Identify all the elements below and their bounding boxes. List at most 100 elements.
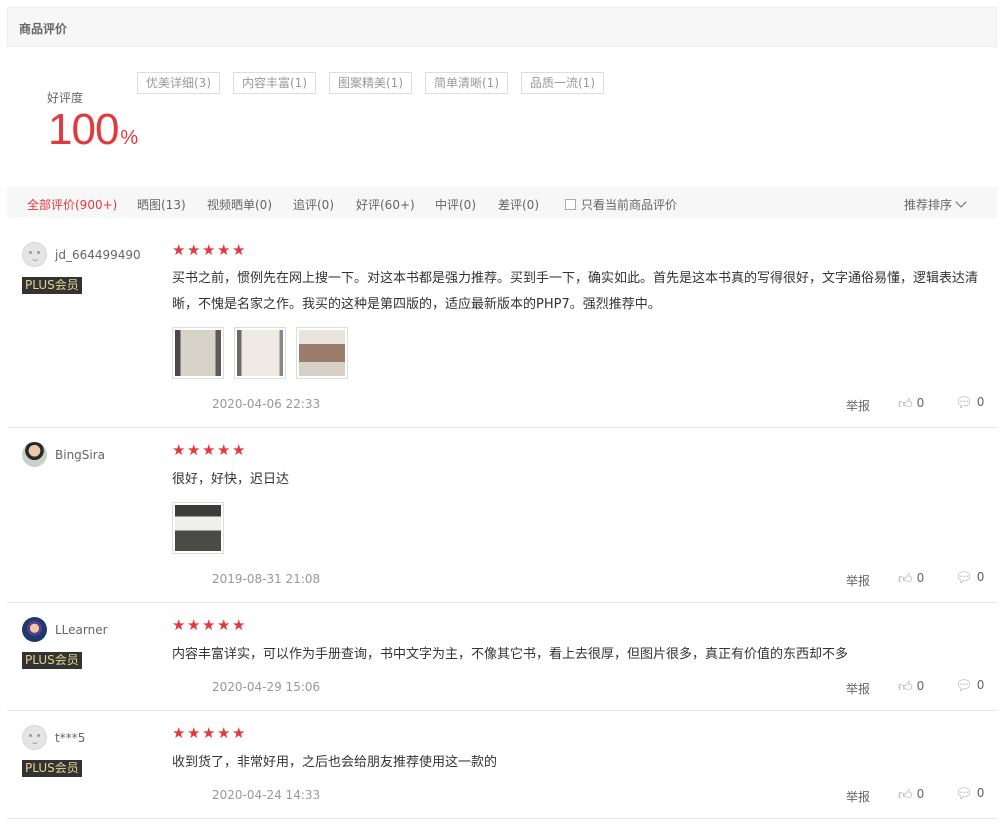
good-rate-number: 100 (48, 105, 119, 154)
tag-item[interactable]: 简单清晰(1) (425, 72, 508, 94)
thumbs-up-icon: 👍︎ (898, 679, 913, 695)
star-icon: ★ (172, 441, 186, 459)
tag-item[interactable]: 内容丰富(1) (233, 72, 316, 94)
like-button[interactable]: 👍︎ 0 (898, 570, 924, 587)
star-icon: ★ (172, 241, 186, 259)
tab-medium[interactable]: 中评(0) (435, 196, 476, 213)
review-item: LLearner PLUS会员 ★ ★ ★ ★ ★ 内容丰富详实，可以作为手册查询，书中… (7, 603, 997, 711)
star-icon: ★ (187, 241, 201, 259)
reply-count: 0 (976, 570, 985, 584)
like-button[interactable]: 👍︎ 0 (898, 678, 924, 695)
review-item: t***5 PLUS会员 ★ ★ ★ ★ ★ 收到货了，非常好用，之后也会给朋友推荐使用… (7, 711, 997, 819)
tag-item[interactable]: 图案精美(1) (329, 72, 412, 94)
tab-pics[interactable]: 晒图(13) (137, 196, 186, 213)
review-date: 2019-08-31 21:08 (212, 572, 321, 586)
star-icon: ★ (172, 724, 186, 742)
reply-button[interactable]: 💬︎ 0 (955, 786, 984, 802)
comment-icon: 💬︎ (955, 570, 973, 586)
star-icon: ★ (232, 616, 246, 634)
like-button[interactable]: 👍︎ 0 (898, 786, 924, 803)
star-icon: ★ (202, 441, 216, 459)
review-content: 很好，好快，迟日达 (172, 472, 290, 487)
thumbs-up-icon: 👍︎ (898, 396, 913, 412)
section-title: 商品评价 (19, 22, 68, 36)
good-rate-unit: % (120, 127, 139, 149)
avatar[interactable] (22, 617, 47, 642)
tab-good[interactable]: 好评(60+) (356, 196, 415, 213)
like-count: 0 (916, 679, 925, 693)
like-button[interactable]: 👍︎ 0 (898, 395, 924, 412)
comment-icon: 💬︎ (955, 786, 973, 802)
good-rate-value: 100% (48, 103, 138, 165)
star-rating: ★ ★ ★ ★ ★ (172, 724, 247, 742)
tab-bad[interactable]: 差评(0) (498, 196, 539, 213)
star-rating: ★ ★ ★ ★ ★ (172, 241, 247, 259)
reply-count: 0 (976, 786, 985, 800)
avatar[interactable] (22, 725, 47, 750)
star-icon: ★ (217, 724, 231, 742)
star-icon: ★ (217, 441, 231, 459)
star-icon: ★ (172, 616, 186, 634)
avatar[interactable] (22, 442, 47, 467)
review-date: 2020-04-24 14:33 (212, 788, 321, 802)
review-item: jd_664499490 PLUS会员 ★ ★ ★ ★ ★ 买书之前，惯例先在网上搜一下… (7, 228, 997, 428)
reply-button[interactable]: 💬︎ 0 (955, 395, 984, 411)
review-pictures (172, 327, 358, 379)
star-icon: ★ (187, 441, 201, 459)
review-picture[interactable] (234, 327, 286, 379)
star-icon: ★ (232, 241, 246, 259)
filter-tabs: 全部评价(900+) 晒图(13) 视频晒单(0) 追评(0) 好评(60+) … (7, 187, 997, 218)
reply-count: 0 (976, 395, 985, 409)
review-date: 2020-04-29 15:06 (212, 680, 321, 694)
tab-video[interactable]: 视频晒单(0) (207, 196, 272, 213)
tab-all[interactable]: 全部评价(900+) (27, 196, 117, 213)
like-count: 0 (916, 396, 925, 410)
tag-item[interactable]: 优美详细(3) (137, 72, 220, 94)
report-button[interactable]: 举报 (846, 397, 870, 414)
review-picture[interactable] (296, 327, 348, 379)
report-button[interactable]: 举报 (846, 680, 870, 697)
star-rating: ★ ★ ★ ★ ★ (172, 616, 247, 634)
comment-icon: 💬︎ (955, 395, 973, 411)
like-count: 0 (916, 571, 925, 585)
star-icon: ★ (202, 241, 216, 259)
reply-count: 0 (976, 678, 985, 692)
avatar[interactable] (22, 242, 47, 267)
current-only-label: 只看当前商品评价 (581, 198, 678, 212)
reply-button[interactable]: 💬︎ 0 (955, 678, 984, 694)
review-content: 买书之前，惯例先在网上搜一下。对这本书都是强力推荐。买到手一下，确实如此。首先是… (172, 271, 979, 312)
reply-button[interactable]: 💬︎ 0 (955, 570, 984, 586)
comments-header: 商品评价 (7, 7, 997, 47)
username[interactable]: LLearner (55, 623, 108, 637)
checkbox-icon[interactable] (565, 199, 576, 210)
tab-append[interactable]: 追评(0) (293, 196, 334, 213)
review-pictures (172, 502, 234, 554)
chevron-down-icon (955, 196, 967, 208)
report-button[interactable]: 举报 (846, 788, 870, 805)
tag-list: 优美详细(3) 内容丰富(1) 图案精美(1) 简单清晰(1) 品质一流(1) (137, 72, 617, 94)
thumbs-up-icon: 👍︎ (898, 787, 913, 803)
review-picture[interactable] (172, 502, 224, 554)
star-icon: ★ (202, 616, 216, 634)
star-icon: ★ (187, 724, 201, 742)
like-count: 0 (916, 787, 925, 801)
star-icon: ★ (217, 241, 231, 259)
current-only-filter[interactable]: 只看当前商品评价 (565, 196, 677, 213)
comment-icon: 💬︎ (955, 678, 973, 694)
star-icon: ★ (187, 616, 201, 634)
sort-dropdown[interactable]: 推荐排序 (904, 196, 967, 213)
username[interactable]: t***5 (55, 731, 85, 745)
username[interactable]: jd_664499490 (55, 248, 141, 262)
star-icon: ★ (217, 616, 231, 634)
username[interactable]: BingSira (55, 448, 105, 462)
thumbs-up-icon: 👍︎ (898, 571, 913, 587)
plus-member-badge: PLUS会员 (22, 277, 82, 294)
report-button[interactable]: 举报 (846, 572, 870, 589)
review-content: 收到货了，非常好用，之后也会给朋友推荐使用这一款的 (172, 755, 498, 770)
star-icon: ★ (232, 441, 246, 459)
plus-member-badge: PLUS会员 (22, 652, 82, 669)
star-icon: ★ (202, 724, 216, 742)
tag-item[interactable]: 品质一流(1) (521, 72, 604, 94)
plus-member-badge: PLUS会员 (22, 760, 82, 777)
review-picture[interactable] (172, 327, 224, 379)
